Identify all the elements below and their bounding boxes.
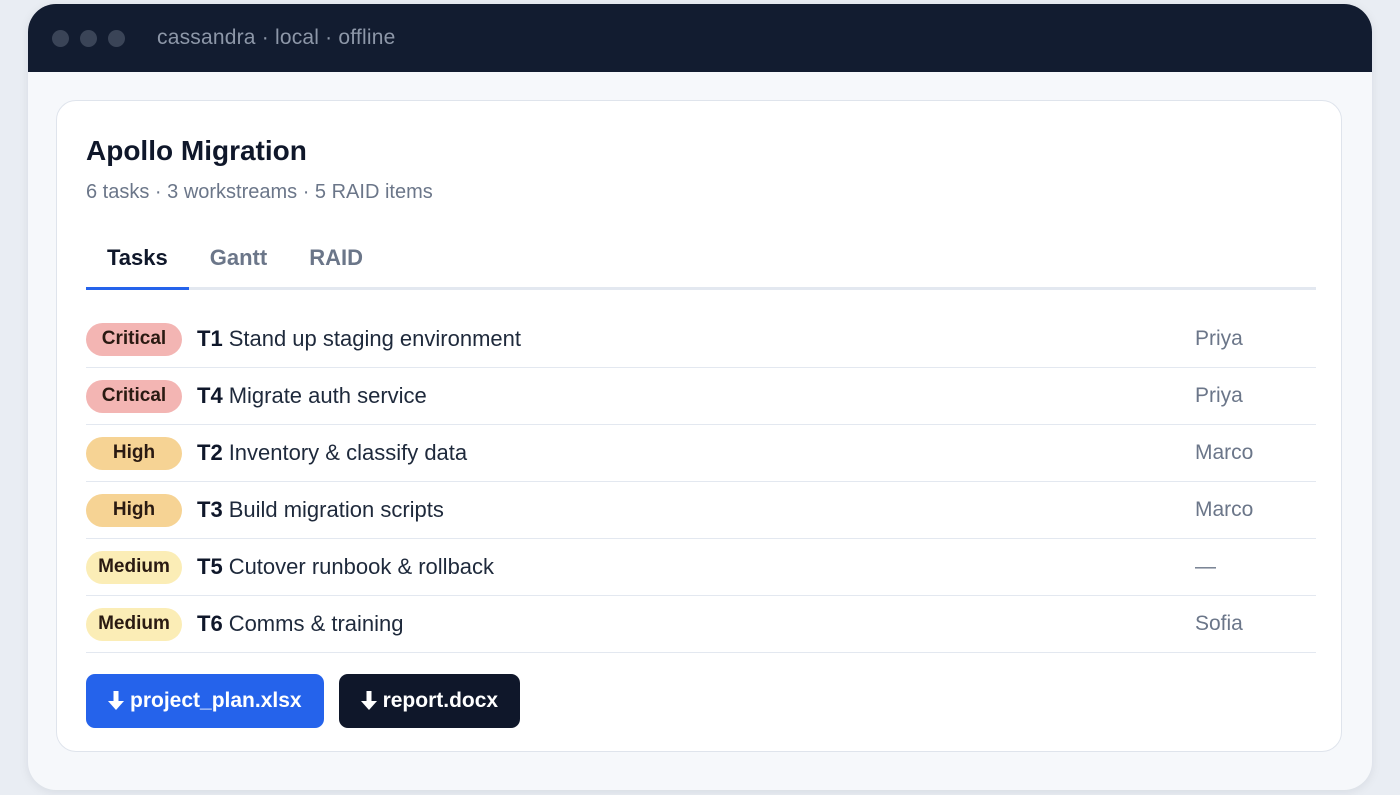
priority-badge: Critical (86, 322, 182, 356)
task-list: Critical T1 Stand up staging environment… (86, 311, 1316, 653)
task-row[interactable]: Medium T6 Comms & training Sofia (86, 596, 1316, 653)
window-minimize-dot[interactable] (80, 29, 97, 47)
task-name: Cutover runbook & rollback (228, 554, 495, 579)
window-maximize-dot[interactable] (108, 29, 125, 47)
task-name: Migrate auth service (228, 383, 427, 408)
task-row[interactable]: Critical T4 Migrate auth service Priya (86, 368, 1316, 425)
download-icon (360, 691, 377, 711)
task-id: T1 (197, 326, 223, 351)
task-name: Stand up staging environment (228, 326, 521, 351)
priority-badge: Medium (86, 550, 182, 584)
tab-tasks[interactable]: Tasks (86, 229, 189, 290)
download-report-button[interactable]: report.docx (338, 674, 521, 728)
app-window: cassandra · local · offline Apollo Migra… (28, 4, 1372, 790)
priority-badge: High (86, 493, 182, 527)
project-card: Apollo Migration 6 tasks · 3 workstreams… (56, 100, 1342, 752)
priority-badge: Medium (86, 607, 182, 641)
window-close-dot[interactable] (52, 29, 69, 47)
task-assignee: Priya (1195, 327, 1243, 350)
task-id: T2 (197, 440, 223, 465)
task-id: T5 (197, 554, 223, 579)
task-row[interactable]: Medium T5 Cutover runbook & rollback — (86, 539, 1316, 596)
priority-badge: Critical (86, 379, 182, 413)
task-assignee: — (1195, 555, 1216, 578)
priority-badge: High (86, 436, 182, 470)
task-row[interactable]: Critical T1 Stand up staging environment… (86, 311, 1316, 368)
tab-bar: Tasks Gantt RAID (86, 229, 1316, 290)
task-assignee: Priya (1195, 384, 1243, 407)
tab-gantt[interactable]: Gantt (189, 229, 288, 287)
download-project-plan-button[interactable]: project_plan.xlsx (86, 674, 324, 728)
task-row[interactable]: High T2 Inventory & classify data Marco (86, 425, 1316, 482)
task-id: T4 (197, 383, 223, 408)
task-id: T3 (197, 497, 223, 522)
task-assignee: Marco (1195, 498, 1254, 521)
download-actions: project_plan.xlsx report.docx (86, 674, 535, 728)
task-name: Comms & training (228, 611, 404, 636)
project-title: Apollo Migration (86, 135, 307, 166)
project-summary: 6 tasks · 3 workstreams · 5 RAID items (86, 181, 433, 203)
download-label: report.docx (382, 689, 499, 712)
title-bar: cassandra · local · offline (28, 4, 1372, 72)
task-name: Inventory & classify data (228, 440, 468, 465)
task-row[interactable]: High T3 Build migration scripts Marco (86, 482, 1316, 539)
task-assignee: Sofia (1195, 612, 1243, 635)
task-name: Build migration scripts (228, 497, 444, 522)
task-id: T6 (197, 611, 223, 636)
download-label: project_plan.xlsx (130, 689, 302, 712)
tab-raid[interactable]: RAID (288, 229, 384, 287)
task-assignee: Marco (1195, 441, 1254, 464)
window-title: cassandra · local · offline (157, 26, 396, 49)
download-icon (108, 691, 124, 711)
